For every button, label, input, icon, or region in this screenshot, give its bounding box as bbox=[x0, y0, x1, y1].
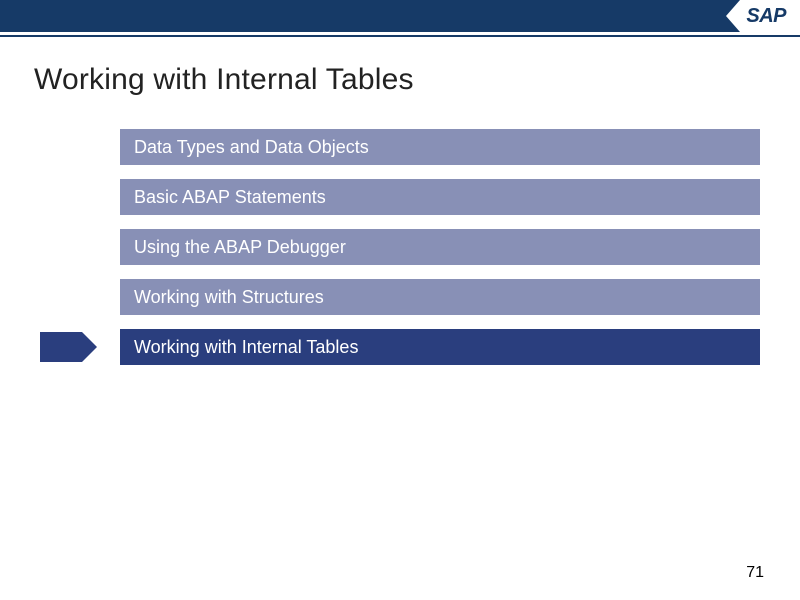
agenda-bar: Using the ABAP Debugger bbox=[120, 229, 760, 265]
logo-box: SAP bbox=[740, 0, 800, 32]
header-bar: SAP bbox=[0, 0, 800, 32]
agenda-item-active: Working with Internal Tables bbox=[0, 329, 800, 365]
logo-chevron-icon bbox=[726, 0, 740, 32]
agenda-bar-active: Working with Internal Tables bbox=[120, 329, 760, 365]
agenda-bar: Working with Structures bbox=[120, 279, 760, 315]
logo-text: SAP bbox=[746, 5, 786, 28]
agenda-bar: Data Types and Data Objects bbox=[120, 129, 760, 165]
arrow-pointer-icon bbox=[40, 332, 97, 362]
agenda-item: Working with Structures bbox=[0, 279, 800, 315]
agenda-label: Data Types and Data Objects bbox=[134, 137, 369, 158]
slide-title: Working with Internal Tables bbox=[34, 63, 800, 97]
agenda-list: Data Types and Data Objects Basic ABAP S… bbox=[0, 129, 800, 365]
page-number: 71 bbox=[746, 564, 764, 582]
agenda-item: Data Types and Data Objects bbox=[0, 129, 800, 165]
agenda-bar: Basic ABAP Statements bbox=[120, 179, 760, 215]
agenda-label: Working with Structures bbox=[134, 287, 324, 308]
agenda-label: Using the ABAP Debugger bbox=[134, 237, 346, 258]
agenda-label: Working with Internal Tables bbox=[134, 337, 358, 358]
divider bbox=[0, 35, 800, 37]
agenda-item: Basic ABAP Statements bbox=[0, 179, 800, 215]
agenda-label: Basic ABAP Statements bbox=[134, 187, 326, 208]
sap-logo: SAP bbox=[726, 0, 800, 32]
pointer-cell bbox=[40, 332, 120, 362]
agenda-item: Using the ABAP Debugger bbox=[0, 229, 800, 265]
